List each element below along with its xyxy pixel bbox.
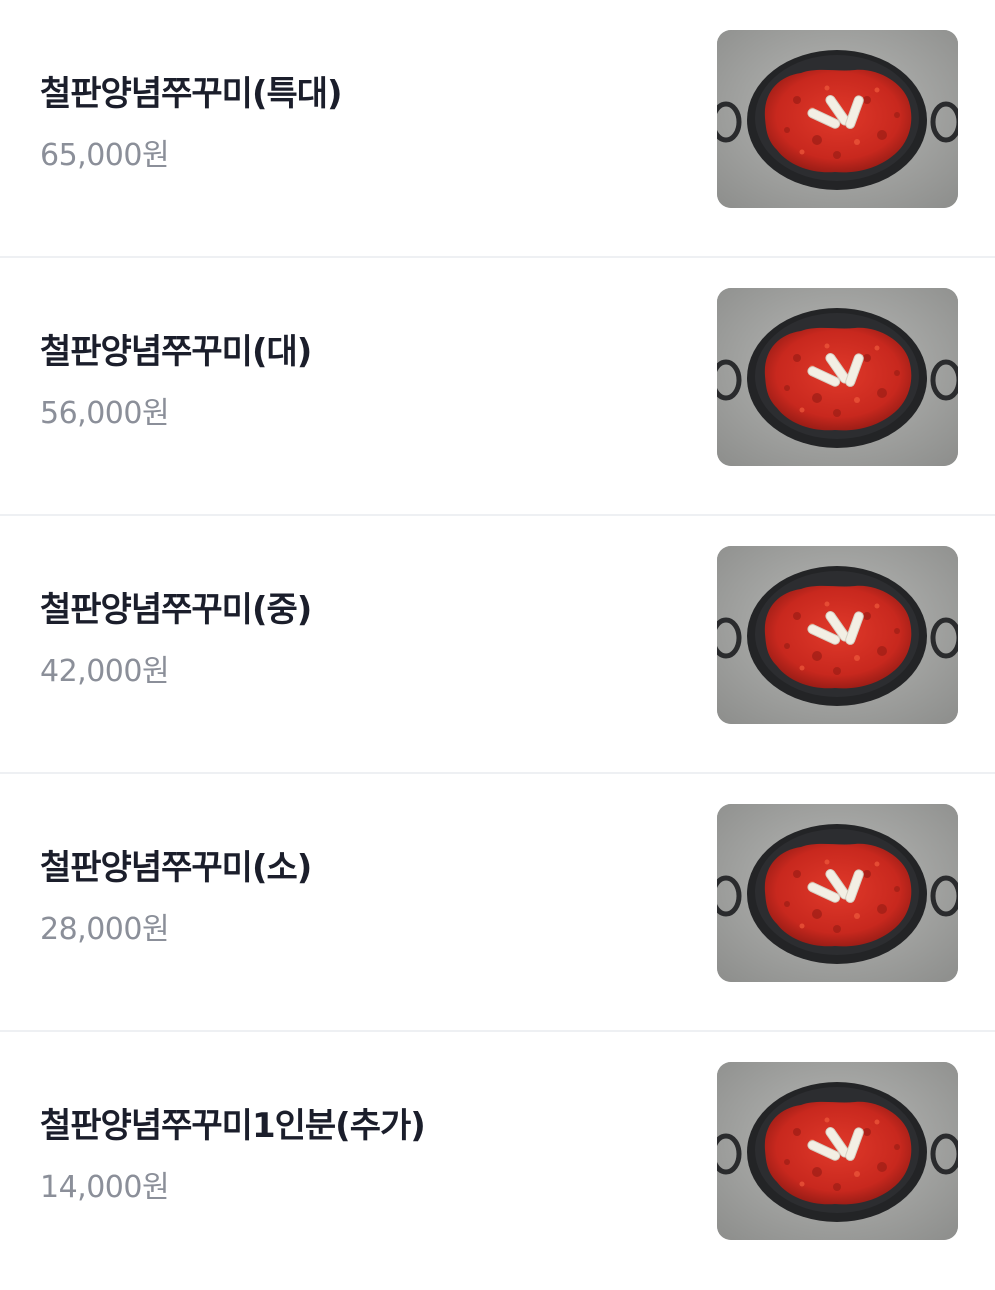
octopus-pan-image: [717, 288, 958, 466]
menu-item-name: 철판양념쭈꾸미(특대): [40, 74, 343, 114]
menu-item-photo[interactable]: [717, 804, 958, 982]
menu-item-price: 65,000원: [40, 138, 170, 173]
menu-item-price: 56,000원: [40, 396, 170, 431]
octopus-pan-image: [717, 1062, 958, 1240]
menu-item-photo[interactable]: [717, 30, 958, 208]
menu-item-name: 철판양념쭈꾸미1인분(추가): [40, 1106, 426, 1146]
menu-item-name: 철판양념쭈꾸미(대): [40, 332, 312, 372]
menu-item-price: 42,000원: [40, 654, 170, 689]
menu-item[interactable]: 철판양념쭈꾸미1인분(추가) 14,000원: [0, 1032, 995, 1290]
menu-item-name: 철판양념쭈꾸미(중): [40, 590, 312, 630]
octopus-pan-image: [717, 30, 958, 208]
menu-item-photo[interactable]: [717, 288, 958, 466]
menu-item[interactable]: 철판양념쭈꾸미(중) 42,000원: [0, 516, 995, 774]
menu-item[interactable]: 철판양념쭈꾸미(대) 56,000원: [0, 258, 995, 516]
menu-item[interactable]: 철판양념쭈꾸미(특대) 65,000원: [0, 0, 995, 258]
menu-item-name: 철판양념쭈꾸미(소): [40, 848, 312, 888]
menu-list: 철판양념쭈꾸미(특대) 65,000원 철판양념쭈꾸미(대) 56,000원 철…: [0, 0, 995, 1290]
menu-item-photo[interactable]: [717, 546, 958, 724]
menu-item[interactable]: 철판양념쭈꾸미(소) 28,000원: [0, 774, 995, 1032]
menu-item-photo[interactable]: [717, 1062, 958, 1240]
octopus-pan-image: [717, 546, 958, 724]
octopus-pan-image: [717, 804, 958, 982]
menu-item-price: 28,000원: [40, 912, 170, 947]
menu-item-price: 14,000원: [40, 1170, 170, 1205]
